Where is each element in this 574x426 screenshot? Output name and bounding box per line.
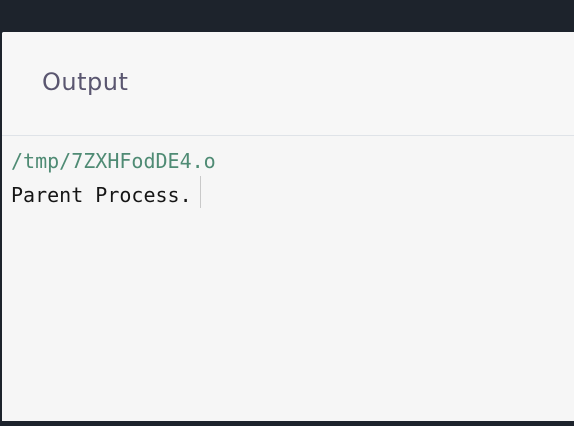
output-title: Output bbox=[42, 68, 129, 96]
output-line-stdout-text: Parent Process. bbox=[11, 183, 192, 207]
output-panel: Output /tmp/7ZXHFodDE4.o Parent Process. bbox=[2, 32, 574, 421]
top-bar bbox=[0, 0, 574, 32]
text-cursor bbox=[199, 176, 201, 208]
output-line-stdout: Parent Process. bbox=[11, 176, 574, 210]
output-panel-header: Output bbox=[2, 32, 574, 136]
output-line-path: /tmp/7ZXHFodDE4.o bbox=[11, 149, 216, 173]
output-console[interactable]: /tmp/7ZXHFodDE4.o Parent Process. bbox=[2, 136, 574, 210]
bottom-bar bbox=[0, 421, 574, 426]
